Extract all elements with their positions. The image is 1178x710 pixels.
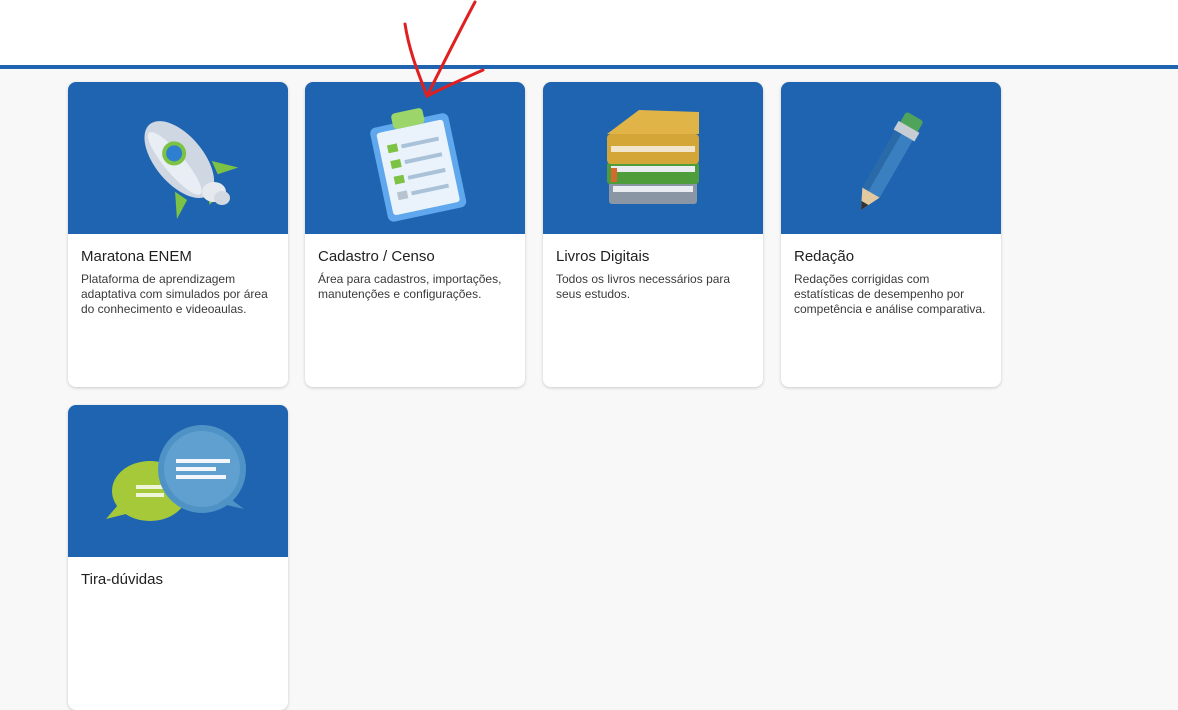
card-title: Maratona ENEM: [81, 248, 192, 265]
card-description: Redações corrigidas com estatísticas de …: [794, 272, 986, 316]
card-description: Todos os livros necessários para seus es…: [556, 272, 731, 301]
card-title: Livros Digitais: [556, 248, 650, 265]
card-media: [305, 82, 525, 234]
card-livros-digitais[interactable]: Livros Digitais Todos os livros necessár…: [543, 82, 763, 387]
card-description: Área para cadastros, importações, manute…: [318, 272, 502, 301]
chat-bubbles-icon: [106, 425, 246, 521]
card-title: Redação: [794, 248, 855, 265]
card-media: [781, 82, 1001, 234]
card-media: [68, 405, 288, 557]
card-description: Plataforma de aprendizagem adaptativa co…: [81, 272, 268, 316]
card-maratona-enem[interactable]: Maratona ENEM Plataforma de aprendizagem…: [68, 82, 288, 387]
rocket-icon: [144, 121, 239, 219]
card-media: [68, 82, 288, 234]
card-media: [543, 82, 763, 234]
card-redacao[interactable]: Redação Redações corrigidas com estatíst…: [781, 82, 1001, 387]
card-title: Cadastro / Censo: [318, 248, 435, 265]
clipboard-checklist-icon: [370, 108, 467, 222]
card-tira-duvidas[interactable]: Tira-dúvidas: [68, 405, 288, 710]
header-divider: [0, 65, 1178, 69]
books-stack-icon: [607, 110, 699, 204]
pencil-icon: [861, 112, 923, 210]
top-header: [0, 0, 1178, 65]
card-cadastro-censo[interactable]: Cadastro / Censo Área para cadastros, im…: [305, 82, 525, 387]
